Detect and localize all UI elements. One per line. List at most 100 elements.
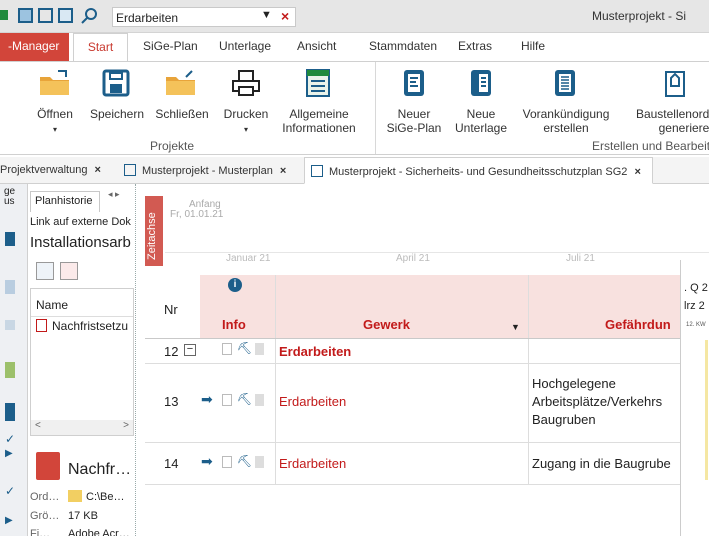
tab-scroll-arrows[interactable]: ◂ ▸ <box>108 189 120 200</box>
site-order-button[interactable]: Baustellenordngenerieren <box>626 107 709 135</box>
document-icon[interactable] <box>58 8 73 23</box>
doc-tab-musterplan[interactable]: Musterprojekt - Musterplan × <box>124 157 300 184</box>
new-document-icon <box>467 68 495 98</box>
tab-manager[interactable]: -Manager <box>0 33 69 61</box>
close-icon[interactable]: × <box>634 166 640 178</box>
nav-icon[interactable] <box>5 280 15 294</box>
pdf-large-icon <box>36 452 60 480</box>
timeline-axis-label: Zeitachse <box>146 212 158 260</box>
add-link-icon[interactable] <box>36 262 54 280</box>
remove-link-icon[interactable] <box>60 262 78 280</box>
tab-hilfe[interactable]: Hilfe <box>521 39 545 53</box>
row-gefaehrdung-line[interactable]: Hochgelegene <box>532 376 616 391</box>
print-button[interactable]: Drucken ▾ <box>220 107 272 137</box>
doc-tab-sige-plan[interactable]: Musterprojekt - Sicherheits- und Gesundh… <box>304 157 653 184</box>
row-nr: 14 <box>164 456 179 471</box>
tab-ansicht[interactable]: Ansicht <box>297 39 336 53</box>
header-info[interactable]: Info <box>222 317 246 332</box>
dropdown-arrow-icon[interactable]: ▼ <box>261 9 272 21</box>
announcement-icon <box>551 68 579 98</box>
nav-icon[interactable] <box>5 232 15 246</box>
list-header-name: Name <box>36 298 69 312</box>
document-icon <box>311 165 323 177</box>
row-gewerk[interactable]: Erdarbeiten <box>279 394 346 409</box>
print-icon[interactable] <box>38 8 53 23</box>
row-gefaehrdung[interactable]: Zugang in die Baugrube <box>532 456 679 471</box>
header-nr[interactable]: Nr <box>164 302 178 317</box>
row-gewerk[interactable]: Erdarbeiten <box>279 456 346 471</box>
note-icon[interactable] <box>222 456 232 468</box>
printer-icon <box>231 69 261 97</box>
doc-tab-label: Musterprojekt - Sicherheits- und Gesundh… <box>329 166 628 178</box>
row-gewerk[interactable]: Erdarbeiten <box>279 344 351 359</box>
type-value: Adobe Acr… <box>68 528 130 536</box>
arrow-right-icon[interactable]: ➡ <box>201 453 213 470</box>
nav-icon[interactable] <box>5 320 15 330</box>
note-icon[interactable] <box>222 343 232 355</box>
filter-dropdown-icon[interactable]: ▼ <box>511 322 520 332</box>
horizontal-scrollbar[interactable]: < > <box>31 420 133 435</box>
document-icon <box>124 164 136 176</box>
header-gefaehrdung[interactable]: Gefährdun <box>605 317 680 332</box>
tab-start[interactable]: Start <box>73 33 128 62</box>
row-gefaehrdung-line[interactable]: Arbeitsplätze/Verkehrs <box>532 394 679 409</box>
ord-value: C:\Be… <box>86 491 125 503</box>
today-marker <box>705 340 708 480</box>
grid-divider <box>145 484 680 485</box>
timeline-axis-button[interactable]: Zeitachse <box>145 196 163 266</box>
search-icon[interactable] <box>80 7 100 25</box>
quarter-label: . Q 2 <box>684 282 708 294</box>
close-icon[interactable]: × <box>95 164 101 176</box>
group-label-projekte: Projekte <box>150 139 195 153</box>
save-icon[interactable] <box>18 8 33 23</box>
general-info-line1: Allgemeine <box>289 107 349 121</box>
announcement-button[interactable]: Vorankündigung erstellen <box>516 107 616 135</box>
nav-icon[interactable] <box>5 403 15 421</box>
check-icon[interactable]: ✓ <box>5 432 15 446</box>
check-icon[interactable]: ✓ <box>5 484 15 498</box>
worker-icon[interactable]: ⛏ <box>237 392 252 406</box>
general-info-line2: Informationen <box>282 121 356 135</box>
doc-icon[interactable] <box>255 456 264 468</box>
play-icon[interactable]: ▶ <box>5 448 13 459</box>
note-icon[interactable] <box>222 394 232 406</box>
open-button[interactable]: Öffnen ▾ <box>30 107 80 137</box>
divider <box>31 316 133 317</box>
new-document-button[interactable]: Neue Unterlage <box>450 107 512 135</box>
search-combo[interactable]: Erdarbeiten ▼ × <box>112 7 296 27</box>
info-icon: i <box>228 278 242 292</box>
window-title: Musterprojekt - Si <box>592 9 687 23</box>
worker-icon[interactable]: ⛏ <box>237 341 252 355</box>
new-document-line1: Neue <box>466 107 496 121</box>
tab-sige-plan[interactable]: SiGe-Plan <box>143 39 198 53</box>
tab-extras[interactable]: Extras <box>458 39 492 53</box>
row-nr: 12 <box>164 344 179 359</box>
tab-stammdaten[interactable]: Stammdaten <box>369 39 437 53</box>
clear-icon[interactable]: × <box>281 8 289 24</box>
collapse-icon[interactable]: − <box>184 344 196 356</box>
doc-icon[interactable] <box>255 394 264 406</box>
play-icon[interactable]: ▶ <box>5 515 13 526</box>
header-gewerk[interactable]: Gewerk <box>363 317 410 332</box>
left-strip-label: ge us <box>4 187 15 207</box>
nav-icon[interactable] <box>5 362 15 378</box>
doc-tab-projektverwaltung[interactable]: Projektverwaltung × <box>0 157 121 184</box>
tab-unterlage[interactable]: Unterlage <box>219 39 271 53</box>
ribbon-separator <box>375 62 376 154</box>
save-button[interactable]: Speichern <box>84 107 150 121</box>
list-item-file[interactable]: Nachfristsetzu <box>52 319 133 333</box>
close-icon[interactable]: × <box>280 165 286 177</box>
arrow-right-icon[interactable]: ➡ <box>201 391 213 408</box>
general-info-icon <box>305 68 331 98</box>
close-button[interactable]: Schließen <box>153 107 211 121</box>
left-strip-top2: us <box>4 196 15 207</box>
doc-icon[interactable] <box>255 343 264 355</box>
new-sige-plan-button[interactable]: Neuer SiGe-Plan <box>382 107 446 135</box>
announcement-line1: Vorankündigung <box>522 107 610 121</box>
doc-tab-label: Projektverwaltung <box>0 164 88 176</box>
worker-icon[interactable]: ⛏ <box>237 454 252 468</box>
row-gefaehrdung-line[interactable]: Baugruben <box>532 412 596 427</box>
general-info-button[interactable]: Allgemeine Informationen <box>280 107 358 135</box>
new-sige-plan-line1: Neuer <box>397 107 431 121</box>
tab-planhistorie[interactable]: Planhistorie <box>30 191 100 212</box>
